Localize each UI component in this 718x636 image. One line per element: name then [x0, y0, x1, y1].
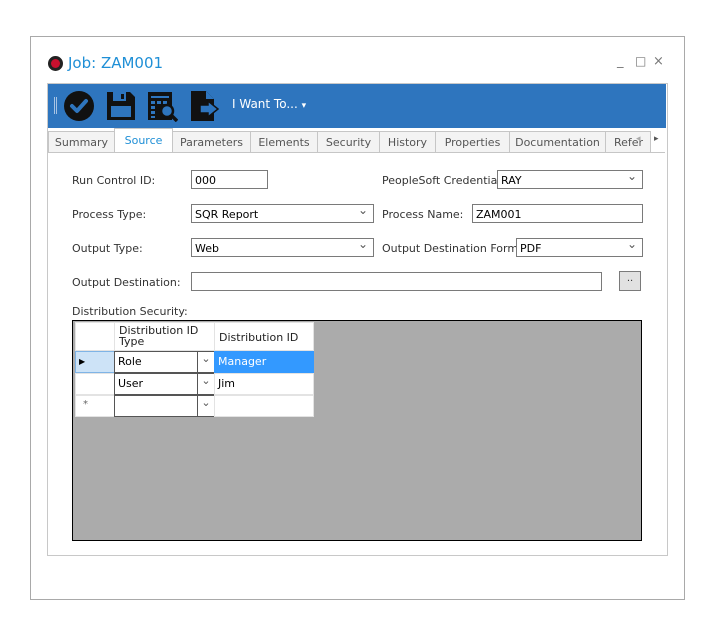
tab-summary[interactable]: Summary — [48, 131, 115, 152]
window-title: Job: ZAM001 — [68, 54, 164, 72]
distribution-id-type-select[interactable]: Role ⌄ — [114, 351, 215, 373]
distribution-id-type-select[interactable]: User ⌄ — [114, 373, 215, 395]
check-circle-icon[interactable] — [63, 90, 95, 122]
chevron-down-icon[interactable]: ⌄ — [197, 396, 214, 416]
close-button[interactable]: × — [653, 54, 664, 69]
app-logo-icon — [48, 55, 63, 71]
row-indicator[interactable] — [75, 373, 115, 395]
browse-button[interactable]: .. — [619, 271, 641, 291]
output-type-select[interactable]: Web — [191, 235, 374, 257]
new-row-indicator[interactable]: * — [75, 395, 115, 417]
tab-parameters[interactable]: Parameters — [172, 131, 251, 152]
row-indicator[interactable]: ▶ — [75, 351, 115, 373]
peoplesoft-credential-label: PeopleSoft Credential: — [382, 174, 505, 187]
output-destination-format-label: Output Destination Format: — [382, 242, 533, 255]
run-control-id-label: Run Control ID: — [72, 174, 156, 187]
tab-documentation[interactable]: Documentation — [509, 131, 606, 152]
distribution-id-cell[interactable]: Jim — [214, 373, 314, 395]
process-type-select[interactable]: SQR Report — [191, 201, 374, 223]
tab-source[interactable]: Source — [114, 128, 173, 152]
output-type-label: Output Type: — [72, 242, 143, 255]
minimize-button[interactable]: _ — [617, 54, 624, 69]
tab-references[interactable]: Refer — [605, 131, 651, 152]
distribution-id-type-select[interactable]: ⌄ — [114, 395, 215, 417]
tab-history[interactable]: History — [379, 131, 436, 152]
tab-strip: Summary Source Parameters Elements Secur… — [48, 128, 651, 153]
row-header-corner — [75, 322, 115, 351]
process-name-label: Process Name: — [382, 208, 464, 221]
output-destination-input[interactable] — [191, 272, 602, 291]
column-header-distribution-id[interactable]: Distribution ID — [214, 322, 314, 351]
process-name-input[interactable]: ZAM001 — [472, 204, 643, 223]
distribution-id-type-value: User — [118, 377, 144, 390]
output-destination-format-select[interactable]: PDF — [516, 235, 643, 257]
peoplesoft-credential-select[interactable]: RAY — [497, 167, 643, 189]
toolbar: I Want To... ▾ — [48, 84, 666, 128]
view-report-icon[interactable] — [146, 90, 178, 122]
toolbar-grip[interactable] — [54, 97, 57, 114]
distribution-security-grid: Distribution ID Type Distribution ID ▶ R… — [72, 320, 642, 541]
distribution-id-type-value: Role — [118, 355, 142, 368]
distribution-security-label: Distribution Security: — [72, 305, 188, 318]
chevron-down-icon[interactable]: ⌄ — [197, 374, 214, 394]
distribution-id-cell[interactable] — [214, 395, 314, 417]
tab-scroll-right-icon[interactable]: ▸ — [654, 134, 659, 144]
tab-scroll-left-icon[interactable]: ◂ — [636, 134, 641, 144]
i-want-to-menu[interactable]: I Want To... ▾ — [232, 97, 306, 111]
export-icon[interactable] — [188, 90, 220, 122]
i-want-to-label: I Want To... — [232, 97, 298, 111]
save-icon[interactable] — [105, 90, 137, 122]
tab-elements[interactable]: Elements — [250, 131, 318, 152]
column-header-distribution-id-type[interactable]: Distribution ID Type — [114, 322, 215, 351]
title-bar: Job: ZAM001 — [48, 52, 163, 74]
tab-security[interactable]: Security — [317, 131, 380, 152]
chevron-down-icon: ▾ — [301, 101, 307, 111]
distribution-id-cell[interactable]: Manager — [214, 351, 314, 373]
chevron-down-icon[interactable]: ⌄ — [197, 352, 214, 372]
maximize-button[interactable]: □ — [635, 54, 646, 68]
output-destination-label: Output Destination: — [72, 276, 181, 289]
run-control-id-input[interactable]: 000 — [191, 170, 268, 189]
tab-properties[interactable]: Properties — [435, 131, 510, 152]
process-type-label: Process Type: — [72, 208, 147, 221]
